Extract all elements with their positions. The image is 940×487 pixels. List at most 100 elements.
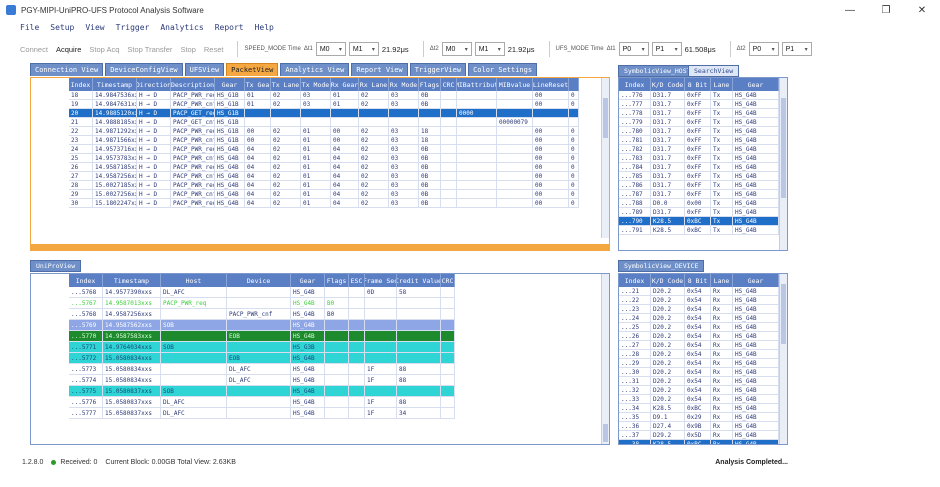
table-row[interactable]: ...33 D20.2 0x54 Rx HS_G4B	[619, 395, 779, 404]
table-row[interactable]: ...783 D31.7 0xFF Tx HS_G4B	[619, 154, 779, 163]
column-header[interactable]: CRC	[441, 78, 457, 91]
table-row[interactable]: ...789 D31.7 0xFF Tx HS_G4B	[619, 208, 779, 217]
table-row[interactable]: ...35 D9.1 0x29 Rx HS_G4B	[619, 413, 779, 422]
table-row[interactable]: 2915.0027256xxsH → DPACP_PWR_cnfHS_G4B04…	[69, 190, 579, 199]
marker-to-select[interactable]: P1 ▾	[651, 42, 682, 56]
column-header[interactable]: 8 Bit	[685, 274, 711, 287]
column-header[interactable]: Rx Mode	[389, 78, 419, 91]
table-row[interactable]: ...790 K28.5 0xBC Tx HS_G4B	[619, 217, 779, 226]
table-row[interactable]: 2714.9587256xxsH → DPACP_PWR_cnfHS_G4B04…	[69, 172, 579, 181]
column-header[interactable]: Timestamp	[103, 274, 161, 287]
column-header[interactable]: Index	[619, 274, 651, 287]
stop-button[interactable]: Stop	[180, 45, 195, 54]
column-header[interactable]: MIBattribut	[457, 78, 497, 91]
tab-unipro-view[interactable]: UniProView	[30, 260, 82, 272]
column-header[interactable]: Lane	[711, 274, 733, 287]
table-row[interactable]: ...29 D20.2 0x54 Rx HS_G4B	[619, 359, 779, 368]
table-row[interactable]: ...778 D31.7 0xFF Tx HS_G4B	[619, 109, 779, 118]
table-row[interactable]: ...24 D20.2 0x54 Rx HS_G4B	[619, 314, 779, 323]
tab-packetview[interactable]: PacketView	[226, 63, 279, 76]
column-header[interactable]: Flags	[325, 274, 349, 287]
menu-setup[interactable]: Setup	[50, 23, 74, 32]
table-row[interactable]: ...5767 14.9587013xxs PACP_PWR_req HS_G4B B0	[69, 298, 455, 309]
marker-to-select[interactable]: M1 ▾	[348, 42, 379, 56]
table-row[interactable]: ...784 D31.7 0xFF Tx HS_G4B	[619, 163, 779, 172]
table-row[interactable]: ...786 D31.7 0xFF Tx HS_G4B	[619, 181, 779, 190]
stop-acq-button[interactable]: Stop Acq	[89, 45, 119, 54]
table-row[interactable]: ...5773 15.0580834xxs DL_AFC HS_G4B 1F 88	[69, 364, 455, 375]
column-header[interactable]: Tx Gea	[245, 78, 271, 91]
column-header[interactable]: Lane	[711, 78, 733, 91]
tab-analytics-view[interactable]: Analytics View	[280, 63, 350, 76]
column-header[interactable]: Rx Gear	[331, 78, 359, 91]
column-header[interactable]: LineReset	[533, 78, 569, 91]
table-row[interactable]: ...5777 15.0580837xxs DL_AFC HS_G4B 1F 34	[69, 408, 455, 419]
reset-button[interactable]: Reset	[204, 45, 224, 54]
table-row[interactable]: ...5770 14.9587583xxs EOB HS_G4B	[69, 331, 455, 342]
marker-from-select[interactable]: M0 ▾	[441, 42, 472, 56]
marker-from-select[interactable]: P0 ▾	[748, 42, 779, 56]
marker-to-select[interactable]: P1 ▾	[781, 42, 812, 56]
table-row[interactable]: 20 14.9885120xx H → D PACP_GET_req HS_G1B 000…	[69, 109, 579, 118]
column-header[interactable]: ESC	[349, 274, 365, 287]
table-row[interactable]: ...5769 14.9587562xxs SOB HS_G4B	[69, 320, 455, 331]
table-row[interactable]: ...30 D20.2 0x54 Rx HS_G4B	[619, 368, 779, 377]
column-header[interactable]: Timestamp	[93, 78, 137, 91]
table-row[interactable]: ...34 K28.5 0xBC Rx HS_G4B	[619, 404, 779, 413]
column-header[interactable]: Gear	[291, 274, 325, 287]
table-row[interactable]: ...781 D31.7 0xFF Tx HS_G4B	[619, 136, 779, 145]
marker-to-select[interactable]: M1 ▾	[474, 42, 505, 56]
tab-triggerview[interactable]: TriggerView	[409, 63, 467, 76]
table-row[interactable]: ...776 D31.7 0xFF Tx HS_G4B	[619, 91, 779, 100]
table-row[interactable]: ...32 D20.2 0x54 Rx HS_G4B	[619, 386, 779, 395]
table-row[interactable]: ...31 D20.2 0x54 Rx HS_G4B	[619, 377, 779, 386]
table-row[interactable]: 1914.9847631xxsH → DPACP_PWR_cnfHS_G1B01…	[69, 100, 579, 109]
tab-report-view[interactable]: Report View	[351, 63, 408, 76]
tab-symbolic-view-device[interactable]: SymbolicView_DEVICE	[618, 260, 705, 272]
table-row[interactable]: ...21 D20.2 0x54 Rx HS_G4B	[619, 287, 779, 296]
table-row[interactable]: ...779 D31.7 0xFF Tx HS_G4B	[619, 118, 779, 127]
maximize-button[interactable]: ❐	[868, 0, 904, 20]
column-header[interactable]: Tx Lane	[271, 78, 301, 91]
minimize-button[interactable]: —	[832, 0, 868, 20]
table-row[interactable]: ...22 D20.2 0x54 Rx HS_G4B	[619, 296, 779, 305]
column-header[interactable]: Gear	[733, 78, 779, 91]
table-row[interactable]: 2214.9871292xxsH → DPACP_PWR_reqHS_G1B00…	[69, 127, 579, 136]
table-row[interactable]: ...5774 15.0580834xxs DL_AFC HS_G4B 1F 88	[69, 375, 455, 386]
table-row[interactable]: ...777 D31.7 0xFF Tx HS_G4B	[619, 100, 779, 109]
unipro-vertical-scrollbar[interactable]	[601, 274, 609, 444]
table-row[interactable]: 2514.9573783xxsH → DPACP_PWR_cnfHS_G4B04…	[69, 154, 579, 163]
column-header[interactable]: Tx Mode	[301, 78, 331, 91]
table-row[interactable]: ...38 K28.5 0xBC Rx HS_G4B	[619, 440, 779, 444]
tab-ufsview[interactable]: UFSView	[184, 63, 225, 76]
menu-help[interactable]: Help	[255, 23, 274, 32]
table-row[interactable]: ...26 D20.2 0x54 Rx HS_G4B	[619, 332, 779, 341]
close-button[interactable]: ✕	[904, 0, 940, 20]
column-header[interactable]: 8 Bit	[685, 78, 711, 91]
table-row[interactable]: ...782 D31.7 0xFF Tx HS_G4B	[619, 145, 779, 154]
table-row[interactable]: ...37 D29.2 0x5D Rx HS_G4B	[619, 431, 779, 440]
tab-search-view[interactable]: SearchView	[688, 65, 740, 77]
column-header[interactable]: Flags	[419, 78, 441, 91]
tab-symbolic-view-host[interactable]: SymbolicView_HOST	[618, 65, 697, 77]
table-row[interactable]: ...785 D31.7 0xFF Tx HS_G4B	[619, 172, 779, 181]
table-row[interactable]: 2815.0027185xxsH → DPACP_PWR_reqHS_G4B04…	[69, 181, 579, 190]
packet-vertical-scrollbar[interactable]	[601, 78, 609, 238]
table-row[interactable]: ...780 D31.7 0xFF Tx HS_G4B	[619, 127, 779, 136]
table-row[interactable]: ...5775 15.0580837xxs SOB HS_G4B	[69, 386, 455, 397]
table-row[interactable]: ...5771 14.9764034xxs SOB HS_G3B	[69, 342, 455, 353]
table-row[interactable]: ...28 D20.2 0x54 Rx HS_G4B	[619, 350, 779, 359]
table-row[interactable]: 3015.1802247xxsH → DPACP_PWR_reqHS_G4B04…	[69, 199, 579, 208]
marker-from-select[interactable]: P0 ▾	[618, 42, 649, 56]
table-row[interactable]: ...23 D20.2 0x54 Rx HS_G4B	[619, 305, 779, 314]
column-header[interactable]: K/D Code	[651, 78, 685, 91]
column-header[interactable]: Index	[69, 274, 103, 287]
column-header[interactable]: Gear	[215, 78, 245, 91]
table-row[interactable]: ...5768 14.9587256xxs PACP_PWR_cnf HS_G4B B0	[69, 309, 455, 320]
table-row[interactable]: ...5768 14.9577390xxs DL_AFC HS_G4B 0D 58	[69, 287, 455, 298]
connect-button[interactable]: Connect	[20, 45, 48, 54]
column-header[interactable]	[569, 78, 579, 91]
column-header[interactable]: Frame Seq	[365, 274, 397, 287]
tab-deviceconfigview[interactable]: DeviceConfigView	[105, 63, 183, 76]
table-row[interactable]: ...787 D31.7 0xFF Tx HS_G4B	[619, 190, 779, 199]
